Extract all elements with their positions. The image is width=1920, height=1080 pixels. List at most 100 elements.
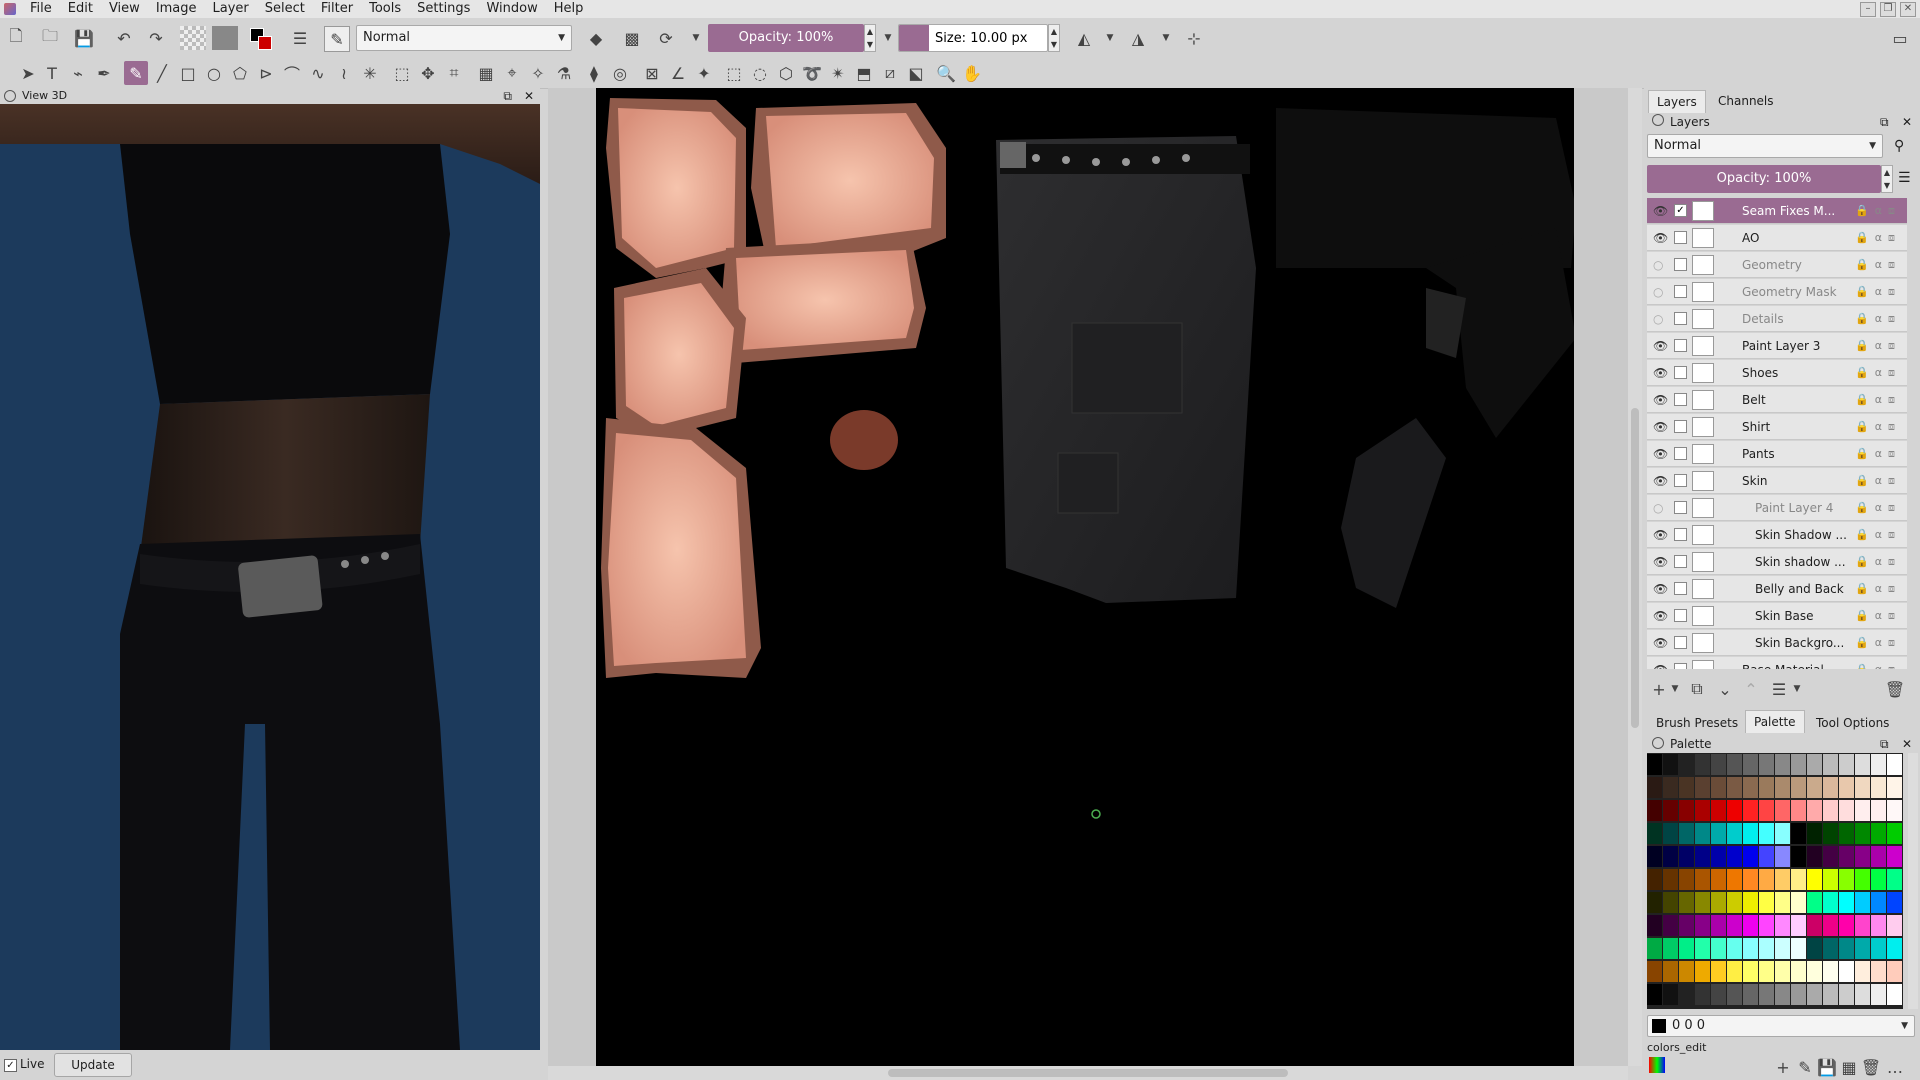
tab-layers[interactable]: Layers [1648,90,1706,113]
visibility-eye-icon[interactable]: ○ [1653,258,1663,272]
palette-swatch[interactable] [1647,984,1663,1006]
palette-swatch[interactable] [1807,961,1823,983]
palette-swatch[interactable] [1743,754,1759,776]
bezier-tool-icon[interactable]: ⌒ [282,63,302,84]
enclose-fill-icon[interactable]: ◎ [610,63,630,83]
close-docker-icon[interactable]: ✕ [1902,114,1912,130]
layer-row[interactable]: 👁 Paint Layer 3 🔒α⧈ [1647,333,1907,359]
palette-swatch[interactable] [1711,938,1727,960]
layer-lock-icons[interactable]: 🔒α⧈ [1855,636,1901,650]
palette-swatch[interactable] [1727,938,1743,960]
palette-swatch[interactable] [1775,984,1791,1006]
palette-swatch[interactable] [1663,961,1679,983]
palette-swatch[interactable] [1871,938,1887,960]
palette-swatch[interactable] [1855,823,1871,845]
palette-swatch[interactable] [1711,777,1727,799]
layer-options-icon[interactable]: ☰ [1898,170,1911,186]
palette-swatch[interactable] [1727,961,1743,983]
palette-swatch[interactable] [1727,754,1743,776]
opacity-spin-buttons[interactable]: ▲ ▼ [864,24,876,52]
similar-select-icon[interactable]: ⬒ [854,63,874,83]
layer-checkbox[interactable] [1674,474,1687,487]
palette-swatch[interactable] [1775,938,1791,960]
palette-swatch[interactable] [1807,892,1823,914]
layer-checkbox[interactable] [1674,582,1687,595]
palette-swatch[interactable] [1871,892,1887,914]
palette-swatch[interactable] [1695,823,1711,845]
palette-swatch[interactable] [1663,823,1679,845]
palette-swatch[interactable] [1807,869,1823,891]
visibility-eye-icon[interactable]: 👁 [1653,447,1668,461]
palette-swatch[interactable] [1679,754,1695,776]
palette-swatch[interactable] [1679,892,1695,914]
menu-view[interactable]: View [101,0,148,18]
palette-swatch[interactable] [1823,846,1839,868]
new-document-icon[interactable]: 🗋 [6,26,26,48]
layer-checkbox[interactable] [1674,609,1687,622]
palette-swatch[interactable] [1807,938,1823,960]
visibility-eye-icon[interactable]: 👁 [1653,555,1668,569]
open-folder-icon[interactable]: 🗀 [40,26,60,48]
smart-patch-icon[interactable]: ✧ [528,63,548,83]
palette-swatch[interactable] [1807,754,1823,776]
palette-swatch[interactable] [1679,915,1695,937]
zoom-tool-icon[interactable]: 🔍 [936,63,956,83]
visibility-eye-icon[interactable]: 👁 [1653,366,1668,380]
move-layer-up-icon[interactable]: ⌃ [1741,679,1761,699]
palette-swatch[interactable] [1759,777,1775,799]
palette-swatch[interactable] [1807,915,1823,937]
palette-swatch[interactable] [1871,984,1887,1006]
palette-swatch[interactable] [1807,846,1823,868]
palette-swatch[interactable] [1647,869,1663,891]
palette-swatch[interactable] [1759,938,1775,960]
magnetic-select-icon[interactable]: ⬕ [906,63,926,83]
tab-brush-presets[interactable]: Brush Presets [1648,712,1746,734]
layer-checkbox[interactable] [1674,258,1687,271]
visibility-eye-icon[interactable]: 👁 [1653,609,1668,623]
palette-swatch[interactable] [1823,938,1839,960]
palette-swatch[interactable] [1823,915,1839,937]
palette-swatch[interactable] [1871,800,1887,822]
chevron-down-icon[interactable]: ▼ [1665,679,1685,699]
palette-swatch[interactable] [1727,892,1743,914]
palette-swatch[interactable] [1679,846,1695,868]
palette-swatch[interactable] [1695,800,1711,822]
palette-swatch[interactable] [1759,961,1775,983]
layer-opacity-slider[interactable]: Opacity: 100% [1647,165,1881,193]
layer-checkbox[interactable] [1674,501,1687,514]
layer-row[interactable]: 👁 Belt 🔒α⧈ [1647,387,1907,413]
chevron-down-icon[interactable]: ▼ [878,28,898,48]
save-palette-icon[interactable]: 💾 [1817,1057,1837,1077]
palette-swatch[interactable] [1855,777,1871,799]
palette-swatch[interactable] [1855,915,1871,937]
contiguous-select-icon[interactable]: ✴ [828,63,848,83]
palette-swatch[interactable] [1775,961,1791,983]
layer-lock-icons[interactable]: 🔒α⧈ [1855,204,1901,218]
menu-edit[interactable]: Edit [60,0,101,18]
palette-swatch[interactable] [1855,800,1871,822]
palette-swatch[interactable] [1887,823,1903,845]
palette-swatch[interactable] [1759,800,1775,822]
layer-lock-icons[interactable]: 🔒α⧈ [1855,231,1901,245]
layer-row[interactable]: 👁 Shoes 🔒α⧈ [1647,360,1907,386]
freehand-select-icon[interactable]: ➰ [802,63,822,83]
layer-lock-icons[interactable]: 🔒α⧈ [1855,501,1901,515]
docker-lock-icon[interactable] [1652,737,1664,749]
palette-swatch[interactable] [1839,823,1855,845]
layer-checkbox[interactable]: ✓ [1674,204,1687,217]
palette-swatch[interactable] [1823,754,1839,776]
menu-window[interactable]: Window [478,0,545,18]
palette-swatch[interactable] [1695,869,1711,891]
layer-blend-mode-select[interactable]: Normal ▼ [1647,134,1883,158]
palette-swatch[interactable] [1647,754,1663,776]
menu-settings[interactable]: Settings [409,0,478,18]
palette-swatch[interactable] [1791,777,1807,799]
layer-checkbox[interactable] [1674,285,1687,298]
delete-layer-icon[interactable]: 🗑 [1885,679,1905,699]
menu-tools[interactable]: Tools [361,0,409,18]
layer-checkbox[interactable] [1674,636,1687,649]
pan-tool-icon[interactable]: ✋ [962,63,982,83]
visibility-eye-icon[interactable]: 👁 [1653,474,1668,488]
layer-lock-icons[interactable]: 🔒α⧈ [1855,420,1901,434]
mirror-horizontal-icon[interactable]: ◭ [1074,28,1094,48]
